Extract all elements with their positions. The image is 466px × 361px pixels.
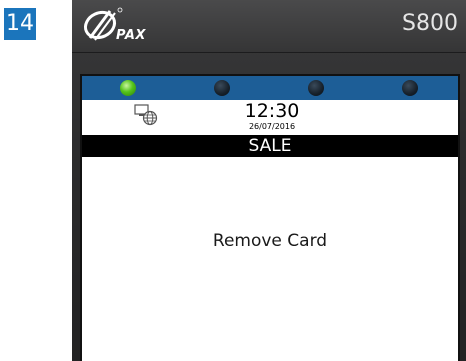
status-led-2-icon <box>214 80 230 96</box>
message-area: Remove Card <box>82 157 458 361</box>
terminal-model: S800 <box>402 11 458 36</box>
payment-terminal: PAX S800 12:30 26/07/2016 SALE Remove Ca… <box>72 0 466 361</box>
transaction-title: SALE <box>82 135 458 157</box>
terminal-screen: 12:30 26/07/2016 SALE Remove Card <box>80 74 460 361</box>
clock-date: 26/07/2016 <box>248 122 296 131</box>
status-led-3-icon <box>308 80 324 96</box>
brand-name: PAX <box>116 28 146 43</box>
terminal-header: PAX S800 <box>72 0 466 53</box>
pax-logo: PAX <box>82 6 158 43</box>
status-info-row: 12:30 26/07/2016 <box>82 100 458 135</box>
led-status-bar <box>82 76 458 100</box>
status-led-4-icon <box>402 80 418 96</box>
clock-time: 12:30 <box>244 100 300 122</box>
step-number-badge: 14 <box>4 8 36 40</box>
status-led-1-icon <box>120 80 136 96</box>
prompt-message: Remove Card <box>212 231 328 251</box>
network-globe-icon <box>134 104 158 126</box>
